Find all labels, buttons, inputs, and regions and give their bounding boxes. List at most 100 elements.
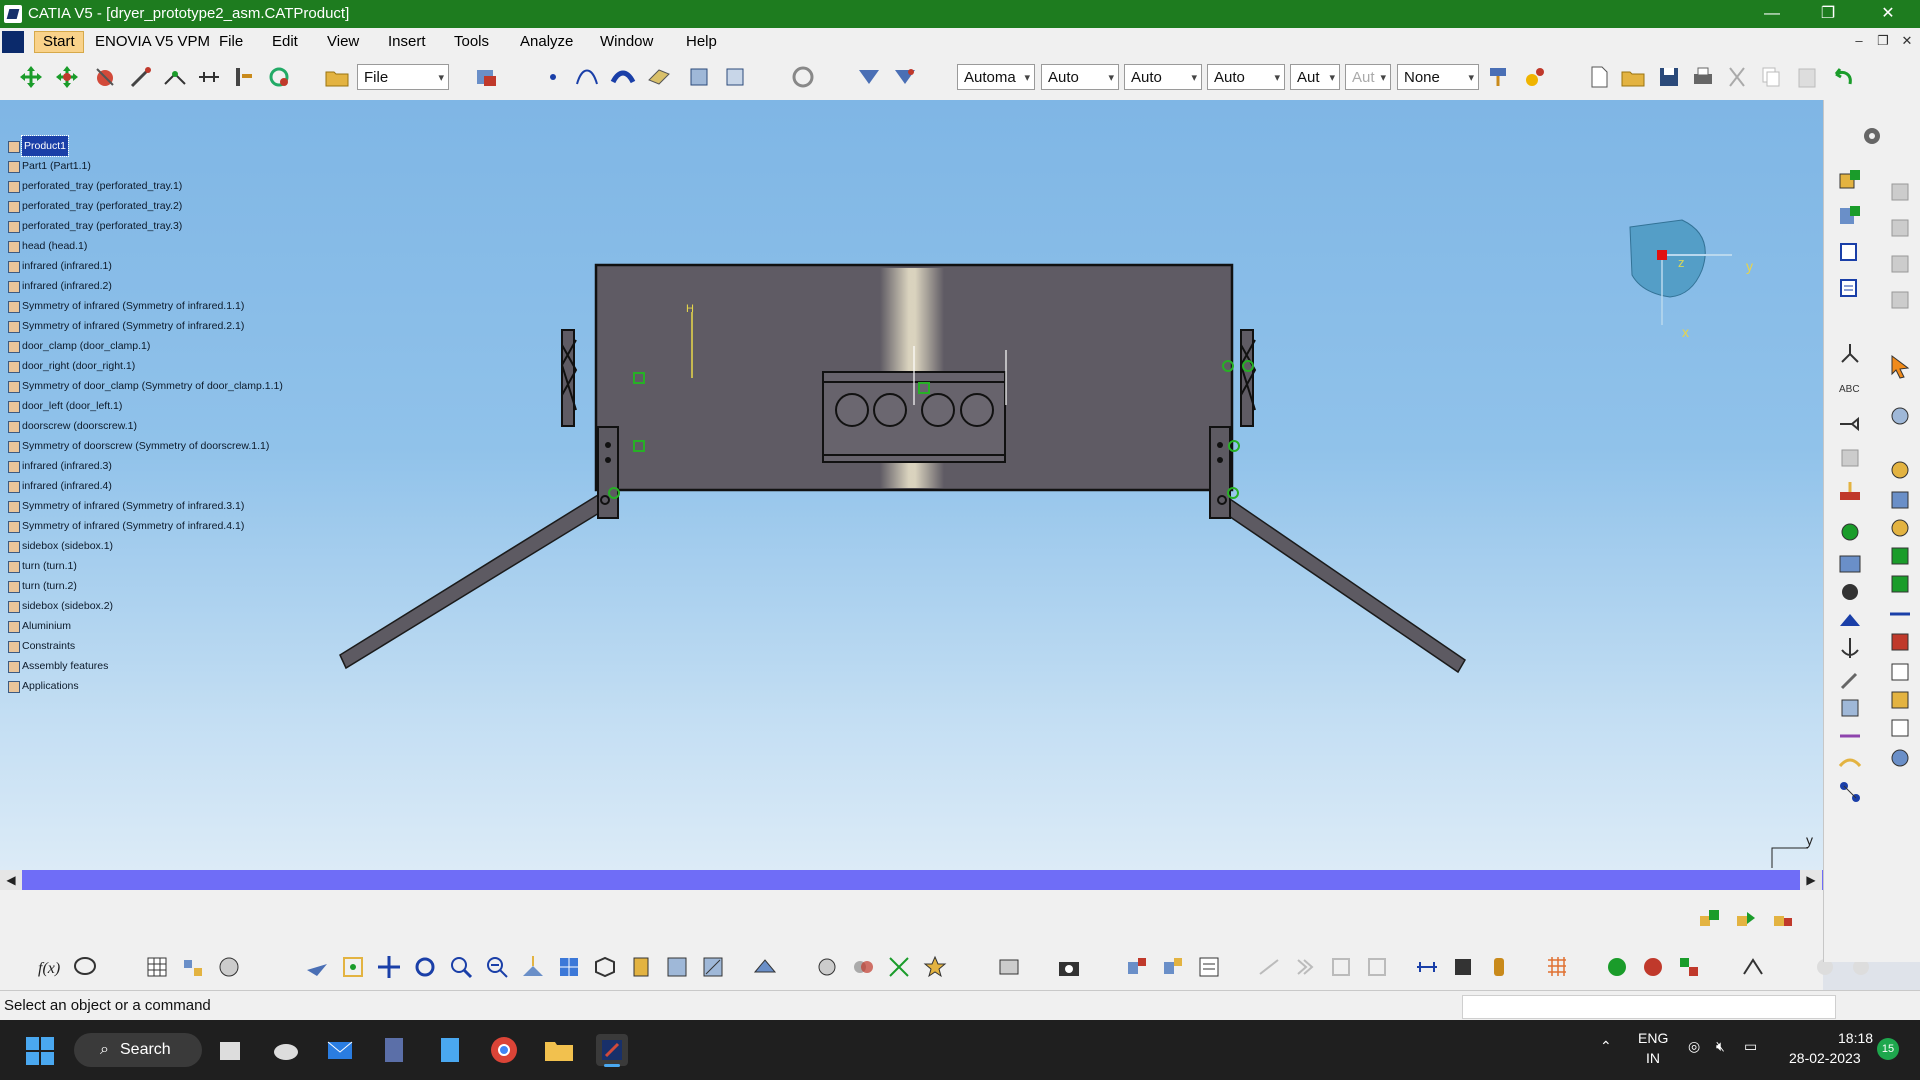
doc-close-button[interactable]: ✕: [1896, 31, 1918, 51]
snap-icon[interactable]: [54, 64, 80, 90]
graphic-properties-icon[interactable]: [1522, 64, 1548, 90]
selective-load-icon[interactable]: [1886, 286, 1914, 314]
manipulation-tool-icon[interactable]: [1886, 402, 1914, 430]
shading-mode-icon[interactable]: [628, 954, 654, 980]
line-weight-combo[interactable]: Auto ▾: [1124, 64, 1202, 90]
undo-icon[interactable]: [1830, 64, 1856, 90]
new-product-icon[interactable]: [1836, 202, 1864, 230]
format-painter-icon[interactable]: [1486, 64, 1512, 90]
stop-manipulate-icon[interactable]: [128, 64, 154, 90]
task-view-icon[interactable]: [218, 1036, 246, 1064]
iso-view-icon[interactable]: [592, 954, 618, 980]
publication-icon[interactable]: [1676, 954, 1702, 980]
network-icon[interactable]: ◎: [1688, 1038, 1700, 1055]
menu-edit[interactable]: Edit: [272, 33, 298, 50]
render-icon[interactable]: [892, 64, 918, 90]
menu-start[interactable]: Start: [34, 31, 84, 53]
scroll-left-button[interactable]: ◀: [0, 870, 22, 890]
fast-multi-instantiation-icon[interactable]: [1886, 658, 1914, 686]
sketch-tracer-icon[interactable]: [1740, 954, 1766, 980]
distance-band-icon[interactable]: [886, 954, 912, 980]
compare-icon[interactable]: [922, 954, 948, 980]
menu-window[interactable]: Window: [600, 33, 653, 50]
apply-material-icon[interactable]: [1604, 954, 1630, 980]
design-table-icon[interactable]: [144, 954, 170, 980]
axis-system-icon[interactable]: [686, 64, 712, 90]
clash-icon[interactable]: [850, 954, 876, 980]
manipulation-icon[interactable]: [18, 64, 44, 90]
publication-tool-icon[interactable]: [1886, 514, 1914, 542]
open-icon[interactable]: [1620, 64, 1646, 90]
network-icon[interactable]: [1836, 778, 1864, 806]
file-explorer-icon[interactable]: [544, 1036, 574, 1064]
text-annotation-icon[interactable]: ABC: [1836, 374, 1864, 402]
windows-start-icon[interactable]: [26, 1037, 54, 1065]
shading-icon[interactable]: [856, 64, 882, 90]
measure-between-icon[interactable]: [1414, 954, 1440, 980]
fix-constraint-icon[interactable]: [230, 64, 256, 90]
product-structure-icon-1[interactable]: [1696, 906, 1722, 932]
notification-badge[interactable]: 15: [1877, 1038, 1899, 1060]
new-document-icon[interactable]: [1586, 64, 1612, 90]
render-style-icon[interactable]: [1640, 954, 1666, 980]
cut-icon[interactable]: [1724, 64, 1750, 90]
wrench-icon[interactable]: [1836, 518, 1864, 546]
scroll-right-button[interactable]: ▶: [1800, 870, 1822, 890]
curve-icon[interactable]: [574, 64, 600, 90]
pencil-icon[interactable]: [1836, 666, 1864, 694]
catalog-view-icon[interactable]: [1836, 694, 1864, 722]
menu-enovia[interactable]: ENOVIA V5 VPM: [95, 33, 210, 50]
split-icon[interactable]: [1836, 550, 1864, 578]
existing-component-icon[interactable]: [1836, 166, 1864, 194]
symmetry-icon[interactable]: [1886, 600, 1914, 628]
rope-icon[interactable]: [1836, 750, 1864, 778]
rotate-icon[interactable]: [412, 954, 438, 980]
taskbar-search[interactable]: ⌕ Search: [74, 1033, 202, 1067]
replace-component-icon[interactable]: [1836, 238, 1864, 266]
fit-all-icon[interactable]: [340, 954, 366, 980]
snap-tool-icon[interactable]: [1836, 444, 1864, 472]
gear-tool-icon[interactable]: [1886, 744, 1914, 772]
settings-gear-icon[interactable]: [1858, 122, 1886, 150]
plane-icon[interactable]: [646, 64, 672, 90]
open-folder-icon[interactable]: [324, 64, 350, 90]
capture-icon[interactable]: [1056, 954, 1082, 980]
catalog-icon[interactable]: [474, 64, 500, 90]
language-line2[interactable]: IN: [1646, 1050, 1660, 1066]
compass-widget[interactable]: [1622, 215, 1762, 345]
new-part-icon[interactable]: [1886, 214, 1914, 242]
clock-date[interactable]: 28-02-2023: [1789, 1050, 1861, 1066]
measure-item-icon[interactable]: [1450, 954, 1476, 980]
graph-tree-reordering-icon[interactable]: [1886, 250, 1914, 278]
zoom-in-icon[interactable]: [448, 954, 474, 980]
close-button[interactable]: ✕: [1860, 0, 1916, 28]
anchor-icon[interactable]: [1836, 634, 1864, 662]
refresh-icon[interactable]: [790, 64, 816, 90]
power-input-field[interactable]: [1462, 995, 1836, 1019]
mail-icon[interactable]: [326, 1036, 354, 1064]
product-structure-icon-3[interactable]: [1770, 906, 1796, 932]
explode-icon[interactable]: [92, 64, 118, 90]
doc-restore-button[interactable]: ❐: [1872, 31, 1894, 51]
defeature-icon[interactable]: [1886, 486, 1914, 514]
point-type-combo[interactable]: Aut ▾: [1290, 64, 1340, 90]
sketch-icon[interactable]: [722, 64, 748, 90]
surface-icon[interactable]: [610, 64, 636, 90]
pocket-icon[interactable]: [1836, 578, 1864, 606]
restore-button[interactable]: ❐: [1800, 0, 1856, 28]
weather-icon[interactable]: [272, 1036, 300, 1064]
calculator-icon[interactable]: [380, 1036, 408, 1064]
menu-tools[interactable]: Tools: [454, 33, 489, 50]
tray-overflow-icon[interactable]: ⌃: [1600, 1038, 1612, 1055]
generate-numbering-icon[interactable]: [1836, 274, 1864, 302]
select-arrow-icon[interactable]: [1886, 352, 1914, 380]
layer-combo[interactable]: None ▾: [1397, 64, 1479, 90]
clock-time[interactable]: 18:18: [1838, 1030, 1873, 1046]
remove-icon[interactable]: [1836, 606, 1864, 634]
measure-icon[interactable]: [752, 954, 778, 980]
measure-inertia-icon[interactable]: [1486, 954, 1512, 980]
flag-note-icon[interactable]: [1836, 410, 1864, 438]
axis-constraint-icon[interactable]: [1836, 340, 1864, 368]
menu-help[interactable]: Help: [686, 33, 717, 50]
hole-icon[interactable]: [1886, 542, 1914, 570]
